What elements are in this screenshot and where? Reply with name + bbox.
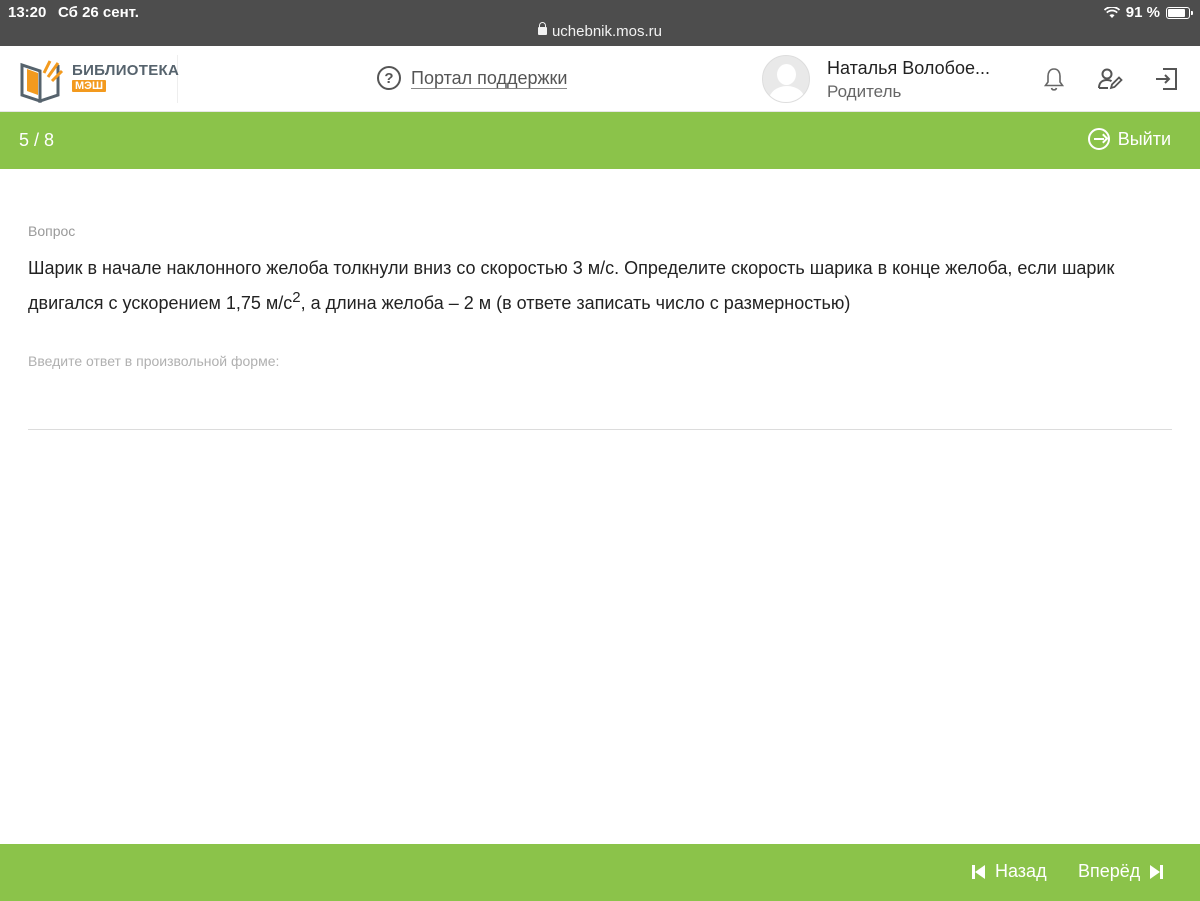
logo-subtitle: МЭШ bbox=[72, 80, 107, 92]
battery-percent: 91 % bbox=[1125, 4, 1160, 21]
back-label: Назад bbox=[995, 861, 1047, 881]
status-bar: 13:20 Сб 26 сент. uchebnik.mos.ru 91 % bbox=[0, 0, 1200, 46]
user-name[interactable]: Наталья Волобое... bbox=[827, 58, 990, 79]
status-right: 91 % bbox=[1103, 4, 1193, 21]
user-edit-icon[interactable] bbox=[1097, 66, 1123, 92]
avatar[interactable] bbox=[762, 55, 810, 103]
question-counter: 5 / 8 bbox=[19, 130, 55, 150]
status-date: Сб 26 сент. bbox=[58, 4, 139, 21]
test-top-bar: 5 / 8 Выйти bbox=[0, 112, 1200, 169]
exit-icon bbox=[1087, 128, 1110, 150]
logo-title: БИБЛИОТЕКА bbox=[72, 62, 180, 79]
question-icon: ? bbox=[377, 66, 401, 90]
back-button[interactable]: Назад bbox=[972, 861, 1047, 882]
logout-icon[interactable] bbox=[1154, 66, 1180, 92]
wifi-icon bbox=[1103, 6, 1120, 18]
question-label: Вопрос bbox=[28, 223, 76, 239]
user-role: Родитель bbox=[827, 82, 902, 101]
skip-back-icon bbox=[972, 864, 985, 879]
answer-input[interactable] bbox=[28, 376, 1172, 430]
book-logo-icon bbox=[20, 60, 64, 103]
answer-label: Введите ответ в произвольной форме: bbox=[28, 353, 280, 369]
bottom-nav-bar: Назад Вперёд bbox=[0, 844, 1200, 901]
question-text-part2: , а длина желоба – 2 м (в ответе записат… bbox=[300, 293, 851, 313]
support-label: Портал поддержки bbox=[411, 67, 568, 89]
avatar-head bbox=[777, 64, 796, 85]
support-portal-link[interactable]: ? Портал поддержки bbox=[377, 66, 568, 90]
app-header: БИБЛИОТЕКА МЭШ ? Портал поддержки Наталь… bbox=[0, 46, 1200, 112]
forward-label: Вперёд bbox=[1078, 861, 1141, 881]
lock-icon bbox=[537, 22, 547, 35]
avatar-body bbox=[769, 86, 805, 102]
exit-button[interactable]: Выйти bbox=[1087, 128, 1171, 150]
question-text: Шарик в начале наклонного желоба толкнул… bbox=[28, 254, 1168, 318]
battery-icon bbox=[1166, 6, 1193, 19]
address-bar[interactable]: uchebnik.mos.ru bbox=[0, 22, 1200, 40]
library-logo[interactable]: БИБЛИОТЕКА МЭШ bbox=[18, 55, 180, 103]
skip-forward-icon bbox=[1150, 864, 1164, 879]
url-text: uchebnik.mos.ru bbox=[551, 23, 663, 40]
bell-icon[interactable] bbox=[1041, 66, 1067, 92]
exit-label: Выйти bbox=[1117, 128, 1171, 149]
battery-fill bbox=[1168, 8, 1186, 17]
question-superscript: 2 bbox=[292, 289, 301, 306]
forward-button[interactable]: Вперёд bbox=[1078, 861, 1164, 882]
status-time: 13:20 bbox=[8, 4, 47, 21]
